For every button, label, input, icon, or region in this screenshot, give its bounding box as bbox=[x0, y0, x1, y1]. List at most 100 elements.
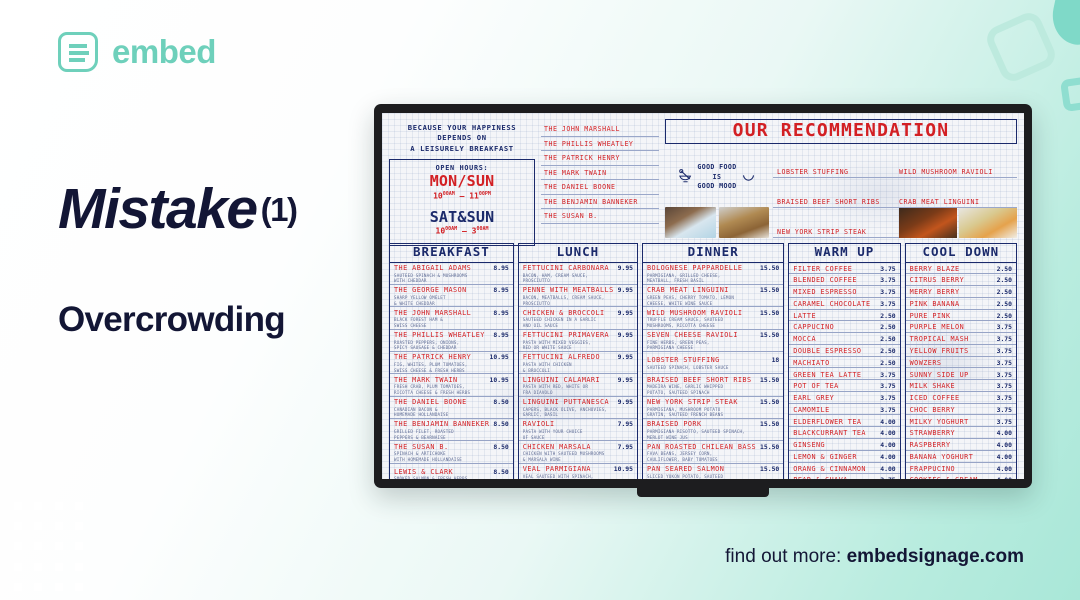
menu-columns: BREAKFAST THE ABIGAIL ADAMS 8.95 SAUTEED S… bbox=[389, 243, 1017, 479]
menu-item: RAVIOLI 7.95 PASTA WITH YOUR CHOICE OF SAUC… bbox=[518, 419, 638, 442]
good-mood-block: GOOD FOOD IS GOOD MOOD bbox=[665, 148, 769, 238]
menu-item: GREEN TEA LATTE 3.75 bbox=[789, 368, 900, 381]
item-name: CITRUS BERRY bbox=[909, 276, 965, 285]
item-name: FETTUCINI PRIMAVERA bbox=[522, 331, 610, 340]
item-name: BERRY BLAZE bbox=[909, 264, 960, 273]
recommendation-photo-strip-left bbox=[665, 207, 769, 238]
menu-item: FRAPPUCINO 4.00 bbox=[905, 463, 1016, 475]
item-description: FIG, WHITES, PLUM TOMATOES, SWISS CHEESE … bbox=[394, 361, 468, 373]
item-price: 4.00 bbox=[997, 476, 1012, 479]
decorative-square-outline-large bbox=[982, 8, 1060, 86]
item-price: 15.50 bbox=[760, 465, 780, 474]
hours-time-weekend: 1000AM – 300AM bbox=[435, 226, 489, 237]
item-price: 8.50 bbox=[493, 467, 509, 476]
tagline-text: BECAUSE YOUR HAPPINESS DEPENDS ON A LEIS… bbox=[389, 119, 535, 159]
item-name: PINK BANANA bbox=[909, 299, 960, 308]
menu-item: CITRUS BERRY 2.50 bbox=[905, 274, 1016, 287]
good-mood-line-2: IS bbox=[712, 172, 722, 181]
item-description: PARMIGIANA RISOTTO, SAUTEED SPINACH, MERL… bbox=[647, 428, 745, 440]
menu-item: THE MARK TWAIN 10.95 FRESH CRAB, PLUM TOMA… bbox=[390, 374, 513, 397]
item-description: SAUTEED SPINACH & MUSHROOMS WITH CHEDDAR bbox=[394, 272, 468, 284]
item-price: 2.50 bbox=[996, 299, 1012, 308]
menu-item: SUNNY SIDE UP 3.75 bbox=[905, 368, 1016, 381]
item-price: 15.50 bbox=[760, 308, 780, 317]
recommendation-item: CRAB MEAT LINGUINI bbox=[895, 178, 1017, 208]
item-price: 9.95 bbox=[617, 375, 634, 384]
item-name: LINGUINI CALAMARI bbox=[522, 375, 600, 384]
menu-item: THE ABIGAIL ADAMS 8.95 SAUTEED SPINACH & M… bbox=[390, 263, 513, 285]
item-name: THE GEORGE MASON bbox=[394, 286, 467, 295]
item-price: 8.50 bbox=[493, 398, 509, 407]
item-name: LEMON & GINGER bbox=[793, 452, 857, 461]
item-name: LEWIS & CLARK bbox=[394, 467, 454, 476]
item-price: 15.50 bbox=[760, 331, 780, 340]
item-name: BRAISED BEEF SHORT RIBS bbox=[647, 375, 752, 384]
menu-item: LATTE 2.50 bbox=[789, 310, 900, 322]
item-name: CAMOMILE bbox=[793, 405, 830, 414]
item-price: 3.75 bbox=[880, 476, 895, 479]
recommendation-item: NEW YORK STRIP STEAK bbox=[773, 208, 899, 238]
item-name: BOLOGNESE PAPPARDELLE bbox=[647, 264, 743, 272]
menu-item: BOLOGNESE PAPPARDELLE 15.50 PARMIGIANA, GR… bbox=[643, 263, 784, 285]
item-price: 18 bbox=[771, 356, 780, 365]
hours-time-weekday: 1000AM – 1100PM bbox=[433, 191, 491, 201]
page-title: Mistake (1) bbox=[58, 176, 298, 242]
tagline-line-3: A LEISURELY BREAKFAST bbox=[410, 143, 514, 153]
item-price: 3.75 bbox=[996, 323, 1012, 332]
list-item: THE MARK TWAIN bbox=[541, 166, 659, 180]
item-description: BLACK FOREST HAM & SWISS CHEESE bbox=[394, 317, 443, 328]
menu-item: PINK BANANA 2.50 bbox=[905, 298, 1016, 310]
item-price: 8.95 bbox=[493, 264, 509, 272]
menu-item: FETTUCINI ALFREDO 9.95 PASTA WITH CHICKEN &… bbox=[518, 352, 638, 375]
list-item: THE SUSAN B. bbox=[541, 209, 659, 224]
menu-item: THE PHILLIS WHEATLEY 8.95 ROASTED PEPPERS,… bbox=[390, 330, 513, 352]
item-name: RASPBERRY bbox=[909, 441, 951, 450]
grilled-ribs-photo bbox=[899, 208, 957, 238]
decorative-blob-shape bbox=[1047, 0, 1080, 49]
column-items: FETTUCINI CARBONARA 9.95 BACON, HAM, CREAM… bbox=[518, 263, 638, 480]
item-name: CHICKEN & BROCCOLI bbox=[522, 308, 605, 317]
item-name: BLACKCURRANT TEA bbox=[793, 429, 866, 438]
item-price: 3.75 bbox=[996, 405, 1012, 414]
item-name: RAVIOLI bbox=[522, 420, 555, 429]
item-description: SPINACH & ARTICHOKE WITH HOMEMADE HOLLAND… bbox=[394, 451, 463, 462]
item-price: 2.50 bbox=[880, 346, 896, 355]
recommendation-item: LOBSTER STUFFING bbox=[773, 148, 895, 178]
menu-item: THE BENJAMIN BANNEKER 8.50 GRILLED FILET, … bbox=[390, 419, 513, 442]
item-price: 8.50 bbox=[493, 420, 509, 429]
item-name: LOBSTER STUFFING bbox=[647, 356, 720, 365]
menu-item: LOBSTER STUFFING 18 SAUTEED SPINACH, LOBST… bbox=[643, 352, 784, 375]
item-name: EARL GREY bbox=[793, 394, 835, 403]
menu-item: YELLOW FRUITS 3.75 bbox=[905, 345, 1016, 357]
menu-item: CAMOMILE 3.75 bbox=[789, 404, 900, 416]
list-item: THE PATRICK HENRY bbox=[541, 151, 659, 166]
item-price: 3.75 bbox=[996, 382, 1012, 391]
recommendation-title: OUR RECOMMENDATION bbox=[665, 119, 1017, 144]
menu-item: PURPLE MELON 3.75 bbox=[905, 321, 1016, 334]
item-name: ELDERFLOWER TEA bbox=[793, 417, 862, 426]
item-price: 15.50 bbox=[760, 375, 780, 384]
list-item: THE JOHN MARSHALL bbox=[541, 122, 659, 137]
item-price: 15.50 bbox=[760, 442, 780, 451]
menu-item: MERRY BERRY 2.50 bbox=[905, 286, 1016, 298]
horseshoe-icon bbox=[742, 175, 754, 181]
menu-item: BRAISED BEEF SHORT RIBS 15.50 MADEIRA WINE… bbox=[643, 374, 784, 397]
footer-prefix: find out more: bbox=[725, 546, 847, 567]
column-header: LUNCH bbox=[518, 244, 638, 263]
column-items: BERRY BLAZE 2.50 CITRUS BERRY 2.50 MERRY B… bbox=[905, 263, 1016, 479]
good-mood-text: GOOD FOOD IS GOOD MOOD bbox=[697, 163, 736, 193]
item-price: 7.95 bbox=[617, 442, 634, 451]
column-items: THE ABIGAIL ADAMS 8.95 SAUTEED SPINACH & M… bbox=[390, 263, 513, 479]
item-price: 4.00 bbox=[996, 452, 1012, 461]
item-name: LINGUINI PUTTANESCA bbox=[522, 398, 610, 407]
menu-item: CRAB MEAT LINGUINI 15.50 GREEN PEAS, CHERR… bbox=[643, 285, 784, 308]
item-name: THE SUSAN B. bbox=[394, 442, 449, 451]
item-price: 3.75 bbox=[996, 358, 1012, 367]
menu-column-dinner: DINNER BOLOGNESE PAPPARDELLE 15.50 PARMIGI… bbox=[642, 243, 785, 479]
item-description: PASTA WITH RED, WHITE OR FRA DIAVOLO bbox=[522, 384, 589, 395]
menu-item: COOKIES & CREAM 4.00 bbox=[906, 474, 1016, 479]
item-price: 3.75 bbox=[880, 394, 896, 403]
recommendation-item: WILD MUSHROOM RAVIOLI bbox=[895, 148, 1017, 178]
item-name: GINSENG bbox=[793, 441, 826, 450]
menu-item: MACHIATO 2.50 bbox=[789, 357, 900, 369]
